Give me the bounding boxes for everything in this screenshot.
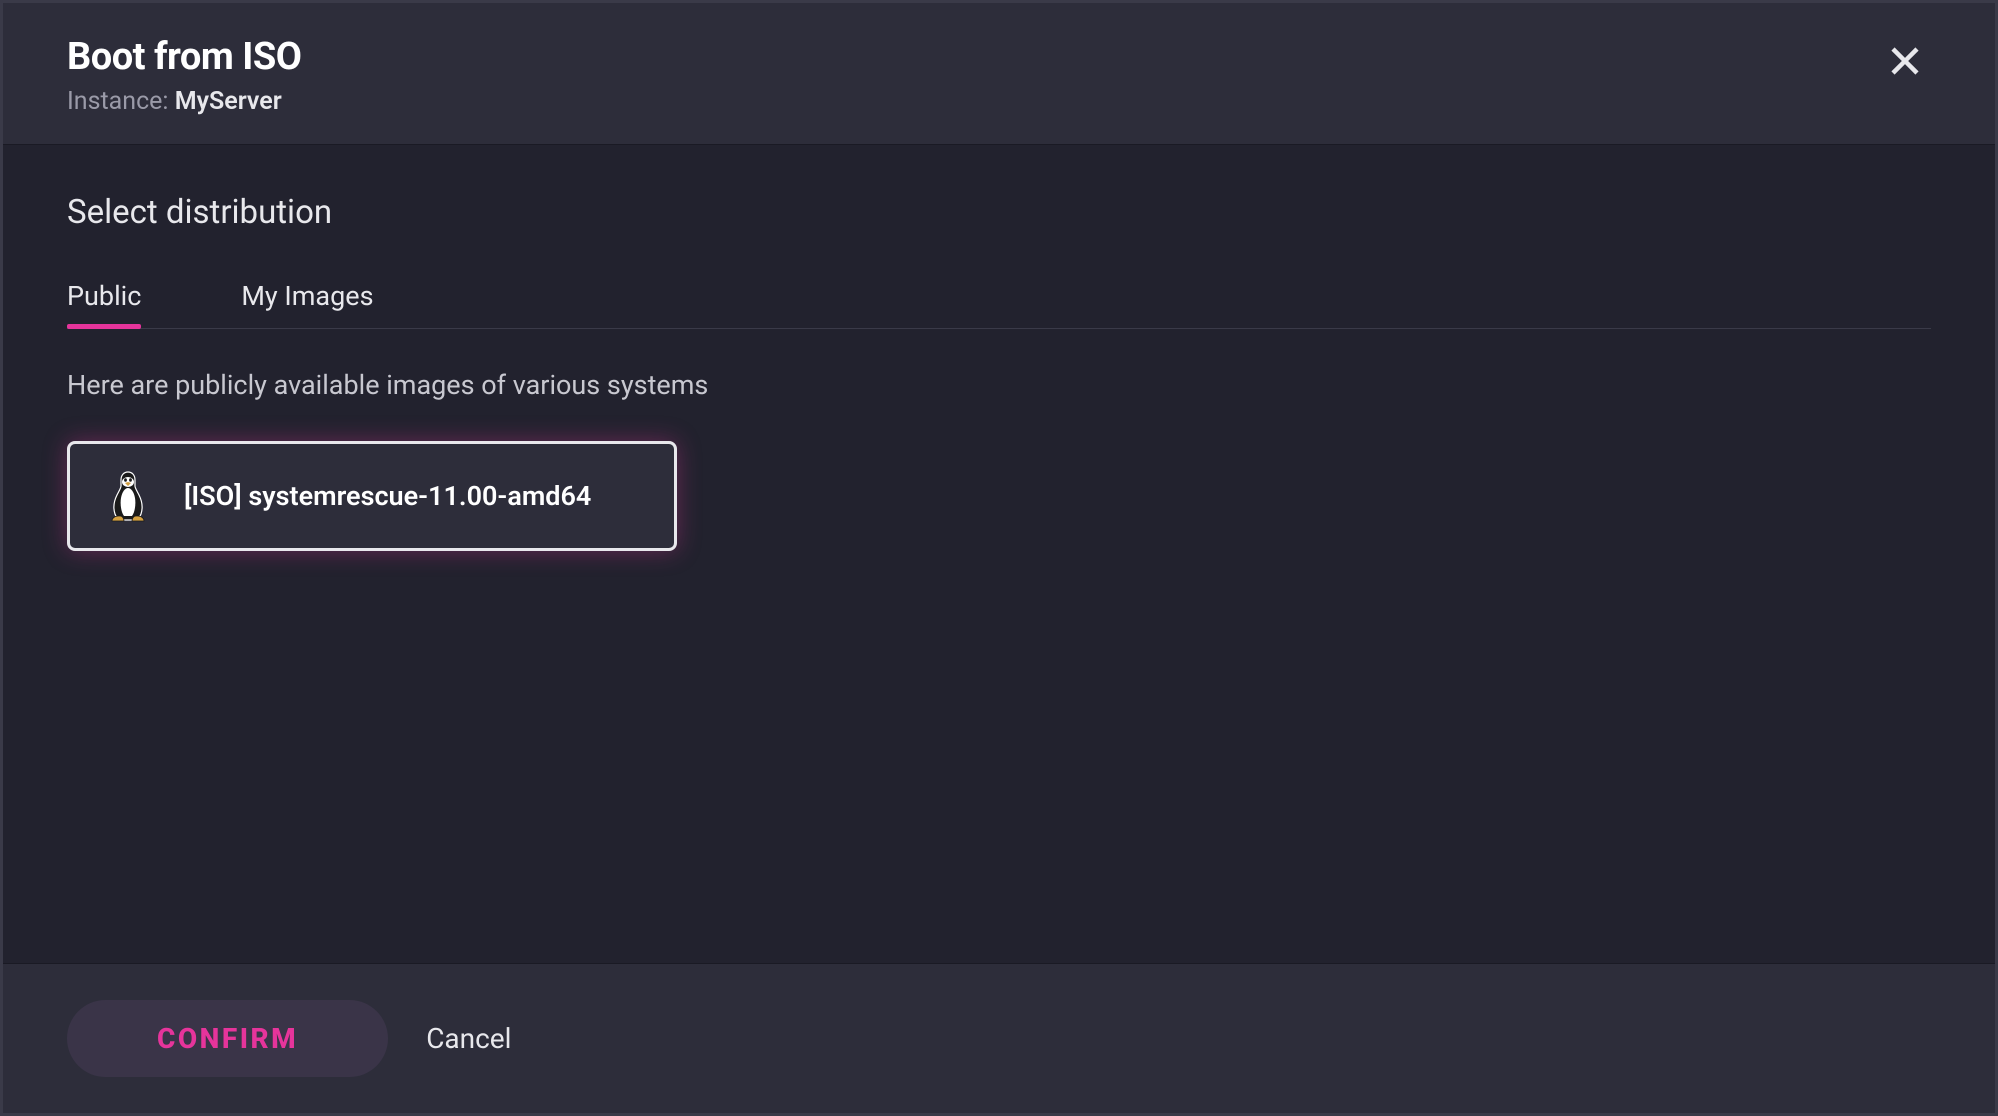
- modal-footer: CONFIRM Cancel: [3, 963, 1995, 1113]
- select-distribution-heading: Select distribution: [67, 193, 1931, 232]
- modal-body: Select distribution Public My Images Her…: [3, 145, 1995, 963]
- linux-tux-icon: [100, 468, 156, 524]
- boot-from-iso-modal: Boot from ISO Instance: MyServer Select …: [0, 0, 1998, 1116]
- cancel-button[interactable]: Cancel: [416, 1000, 521, 1077]
- close-icon: [1887, 43, 1923, 79]
- modal-title: Boot from ISO: [67, 35, 301, 79]
- modal-header: Boot from ISO Instance: MyServer: [3, 3, 1995, 145]
- instance-name: MyServer: [175, 87, 282, 116]
- tab-public[interactable]: Public: [67, 280, 141, 328]
- tab-my-images[interactable]: My Images: [241, 280, 373, 328]
- modal-subtitle: Instance: MyServer: [67, 87, 301, 116]
- close-button[interactable]: [1879, 35, 1931, 87]
- header-text-block: Boot from ISO Instance: MyServer: [67, 35, 301, 116]
- image-card-systemrescue[interactable]: [ISO] systemrescue-11.00-amd64: [67, 441, 677, 551]
- confirm-button[interactable]: CONFIRM: [67, 1000, 388, 1077]
- tab-description: Here are publicly available images of va…: [67, 369, 1931, 401]
- image-card-label: [ISO] systemrescue-11.00-amd64: [184, 478, 591, 514]
- distribution-tabs: Public My Images: [67, 280, 1931, 329]
- subtitle-prefix: Instance:: [67, 87, 175, 116]
